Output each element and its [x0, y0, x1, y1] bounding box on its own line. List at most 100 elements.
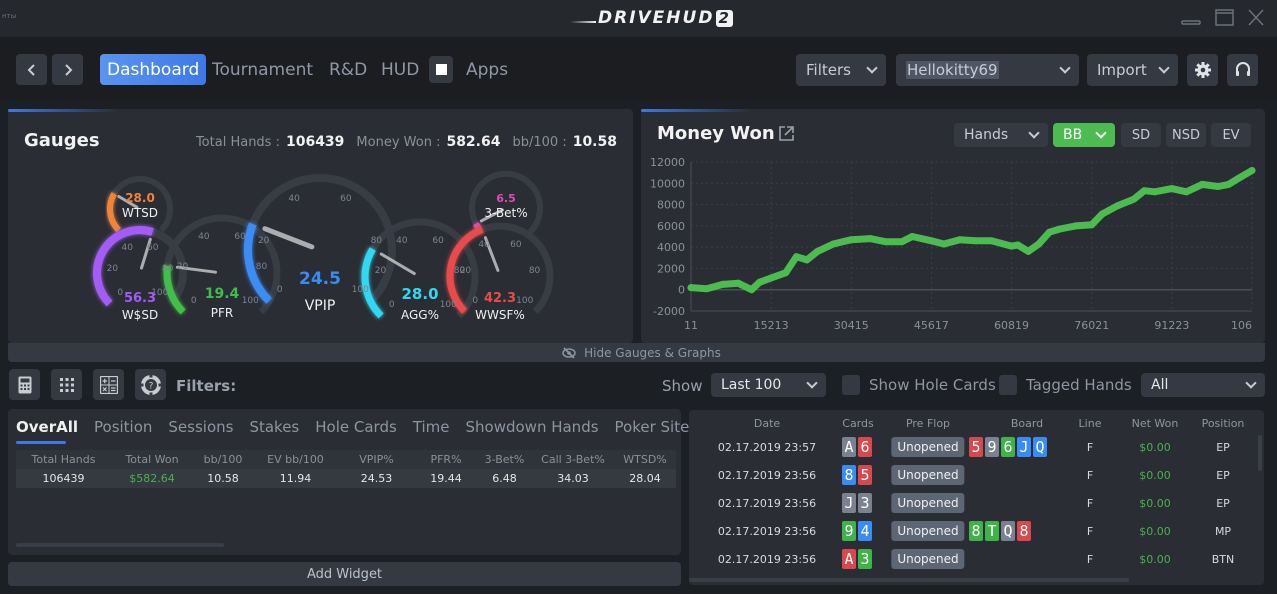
gauge-tick-label: 40	[288, 194, 300, 205]
table-row[interactable]: 02.17.2019 23:56 9 4 Unopened 8 T Q 8 F $0.00 MP	[689, 517, 1259, 545]
data-point	[1056, 225, 1064, 233]
vertical-scrollbar[interactable]	[1258, 435, 1262, 471]
gauge-tick-label: 80	[528, 265, 541, 276]
tab-position[interactable]: Position	[86, 418, 160, 436]
math-operations-icon	[99, 375, 118, 394]
hand-position: EP	[1216, 496, 1230, 510]
gauge-tick-label: 20	[257, 236, 270, 247]
tab-hole-cards[interactable]: Hole Cards	[307, 418, 405, 436]
add-widget-button[interactable]: Add Widget	[8, 562, 681, 586]
gauge-tick-label: 60	[432, 236, 444, 247]
column-header[interactable]: WTSD%	[614, 453, 676, 466]
column-header[interactable]: Total Hands	[16, 453, 111, 466]
tab-stakes[interactable]: Stakes	[241, 418, 307, 436]
column-header[interactable]: Cards	[842, 417, 873, 430]
column-header[interactable]: PFR%	[415, 453, 477, 466]
column-header[interactable]: Pre Flop	[906, 417, 950, 430]
data-point	[927, 237, 935, 245]
hand-position: MP	[1214, 524, 1232, 538]
column-header[interactable]: 3-Bet%	[477, 453, 532, 466]
table-row[interactable]: 02.17.2019 23:57 A 6 Unopened 5 9 6 J Q F $0.00 EP	[689, 433, 1259, 461]
operations-button[interactable]	[93, 369, 124, 400]
column-header[interactable]: Line	[1079, 417, 1102, 430]
hand-position: EP	[1216, 468, 1230, 482]
playing-card: A	[842, 549, 856, 569]
tab-sessions[interactable]: Sessions	[160, 418, 241, 436]
tab-time[interactable]: Time	[405, 418, 458, 436]
data-point	[767, 274, 775, 282]
grid-view-button[interactable]	[51, 369, 82, 400]
playing-card: 6	[858, 437, 872, 457]
data-point	[987, 237, 995, 245]
table-row[interactable]: 02.17.2019 23:56 A 3 Unopened F $0.00 BTN	[689, 545, 1259, 573]
support-button[interactable]	[1227, 54, 1258, 86]
hand-line: F	[1086, 496, 1094, 510]
settings-button[interactable]	[1187, 54, 1218, 86]
tab-overall[interactable]: OverAll	[8, 418, 86, 436]
unit-select[interactable]: BB	[1053, 123, 1115, 147]
table-row: 106439 $582.64 10.58 11.94 24.53 19.44 6.48 34.…	[16, 469, 676, 488]
data-point	[1045, 228, 1053, 236]
horizontal-scrollbar[interactable]	[16, 543, 224, 547]
gauge-label: VPIP	[304, 298, 336, 314]
gauge-tick-label: 100	[439, 300, 457, 311]
minimize-button[interactable]	[1180, 8, 1202, 28]
column-header[interactable]: Position	[1202, 417, 1245, 430]
show-hole-cards-checkbox[interactable]	[842, 375, 860, 395]
playing-card: J	[1017, 437, 1031, 457]
gauge-value: 42.3	[483, 291, 517, 306]
gauge-value: 28.0	[401, 285, 439, 303]
toggle-ev[interactable]: EV	[1211, 123, 1251, 147]
data-point	[1072, 222, 1080, 230]
column-header[interactable]: bb/100	[193, 453, 253, 466]
y-tick-label: 2000	[657, 262, 685, 275]
poker-help-button[interactable]: ?	[135, 369, 166, 400]
close-button[interactable]	[1246, 8, 1268, 28]
table-cell: 19.44	[430, 472, 462, 485]
tab-showdown-hands[interactable]: Showdown Hands	[458, 418, 607, 436]
column-header[interactable]: EV bb/100	[253, 453, 338, 466]
x-axis-select[interactable]: Hands	[954, 123, 1048, 147]
player-name: Hellokitty69	[906, 61, 999, 79]
popout-button[interactable]	[778, 125, 795, 146]
column-header[interactable]: Date	[754, 417, 780, 430]
gauge-tick-label: 0	[117, 287, 124, 298]
player-select[interactable]: Hellokitty69	[896, 54, 1079, 86]
y-tick-label: 0	[678, 284, 685, 297]
tagged-hands-checkbox[interactable]	[999, 375, 1017, 395]
data-point	[1214, 183, 1222, 190]
gauge-tick-label: 20	[176, 261, 189, 272]
hide-gauges-button[interactable]: Hide Gauges & Graphs	[8, 343, 1265, 362]
gauge-tick-label: 0	[190, 296, 197, 307]
column-header[interactable]: Total Won	[111, 453, 193, 466]
import-dropdown[interactable]: Import	[1087, 54, 1178, 86]
net-won: $0.00	[1139, 468, 1171, 482]
hands-horizontal-scrollbar[interactable]	[689, 578, 1129, 582]
x-tick-label: 30415	[834, 319, 869, 332]
toggle-nsd[interactable]: NSD	[1166, 123, 1206, 147]
toggle-sd[interactable]: SD	[1121, 123, 1161, 147]
table-row[interactable]: 02.17.2019 23:56 J 3 Unopened F $0.00 EP	[689, 489, 1259, 517]
column-header[interactable]: Net Won	[1132, 417, 1179, 430]
gauge-tick-label: 20	[106, 263, 119, 274]
column-header[interactable]: VPIP%	[338, 453, 415, 466]
minimize-icon	[1181, 20, 1201, 25]
active-tab-underline	[16, 441, 66, 444]
preflop-action: Unopened	[891, 517, 965, 545]
net-won: $0.00	[1139, 552, 1171, 566]
data-point	[756, 278, 763, 286]
calculator-button[interactable]	[9, 369, 40, 400]
column-header[interactable]: Call 3-Bet%	[532, 453, 614, 466]
hand-date: 02.17.2019 23:56	[717, 468, 817, 482]
tab-poker-site[interactable]: Poker Site	[607, 418, 689, 436]
gauge-value: 24.5	[299, 269, 341, 289]
table-cell: 34.03	[557, 472, 589, 485]
y-tick-label: 4000	[657, 241, 685, 254]
show-select[interactable]: Last 100	[711, 373, 826, 397]
maximize-button[interactable]	[1214, 8, 1236, 28]
tag-select[interactable]: All	[1141, 373, 1265, 397]
hole-cards: A6	[842, 433, 874, 461]
column-header[interactable]: Board	[1011, 417, 1043, 430]
filters-dropdown[interactable]: Filters	[796, 54, 886, 86]
table-row[interactable]: 02.17.2019 23:56 8 5 Unopened F $0.00 EP	[689, 461, 1259, 489]
